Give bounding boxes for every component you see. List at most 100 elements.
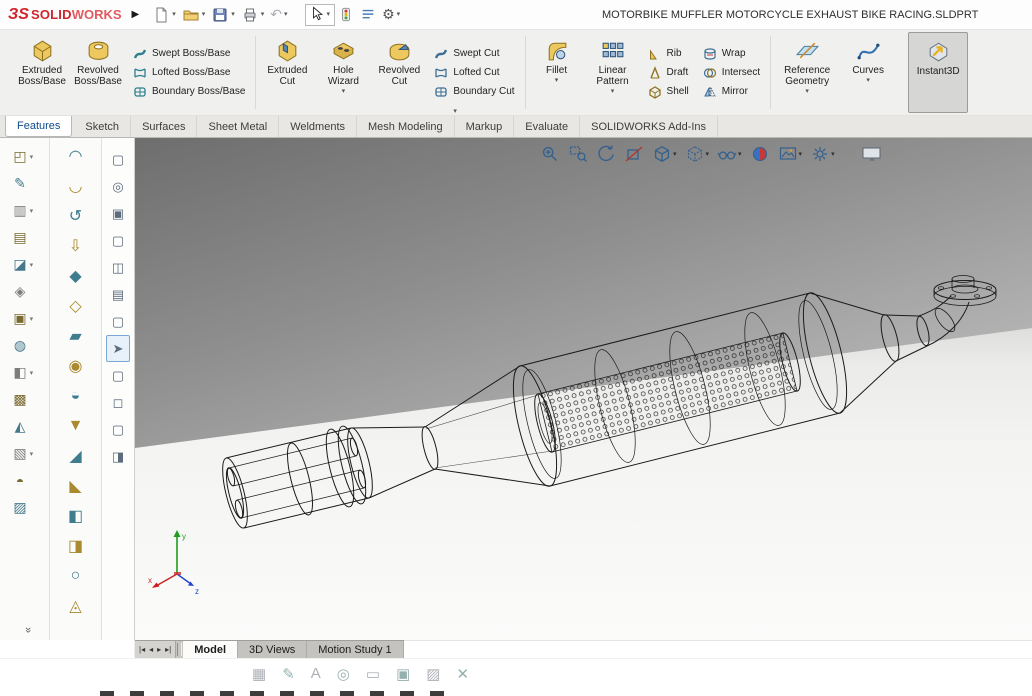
chevron-down-icon[interactable]: ▾ [706, 151, 710, 158]
command-tab[interactable]: Weldments [279, 116, 358, 137]
view-tool-button[interactable]: ◎ [106, 173, 130, 200]
section-view-icon[interactable] [624, 144, 644, 164]
chevron-down-icon[interactable]: ▾ [738, 151, 742, 158]
traffic-light-button[interactable] [335, 4, 357, 25]
command-tab[interactable]: Mesh Modeling [357, 116, 455, 137]
flyout-toolbar-button[interactable]: ✎ [14, 170, 35, 197]
extruded-cut-button[interactable]: Extruded Cut [259, 32, 315, 113]
extruded-boss-base-button[interactable]: Extruded Boss/Base [14, 32, 70, 113]
linear-pattern-button[interactable]: Linear Pattern ▾ [585, 32, 641, 113]
instant3d-button[interactable]: Instant3D [908, 32, 969, 113]
feature-toolbar-button[interactable]: ◬ [69, 591, 81, 621]
feature-toolbar-button[interactable]: ⇩ [69, 231, 82, 261]
view-tool-button[interactable]: ▢ [106, 227, 130, 254]
view-tool-button[interactable]: ▢ [106, 308, 130, 335]
chevron-down-icon[interactable]: ▾ [799, 151, 803, 158]
revolved-cut-button[interactable]: Revolved Cut [371, 32, 427, 113]
undo-button[interactable]: ↶ ▾ [267, 4, 290, 25]
flyout-toolbar-button[interactable]: ◓ [16, 467, 33, 494]
curves-button[interactable]: Curves ▾ [840, 32, 896, 113]
disabled-toolbar-icon[interactable]: ▦ [252, 665, 266, 683]
view-tool-button[interactable]: ▢ [106, 362, 130, 389]
flyout-toolbar-button[interactable]: ▥ ▾ [13, 197, 35, 224]
feature-toolbar-button[interactable]: ▰ [69, 321, 81, 351]
chevron-down-icon[interactable]: ▾ [866, 77, 870, 84]
feature-toolbar-button[interactable]: ◧ [68, 501, 83, 531]
zoom-to-fit-icon[interactable] [540, 144, 560, 164]
swept-boss-base-button[interactable]: Swept Boss/Base [131, 46, 247, 62]
wrap-button[interactable]: Wrap [701, 46, 762, 62]
view-tool-button[interactable]: ➤ [106, 335, 130, 362]
view-tool-button[interactable]: ◫ [106, 254, 130, 281]
feature-toolbar-button[interactable]: ◉ [69, 351, 83, 381]
feature-toolbar-button[interactable]: ◆ [69, 261, 81, 291]
save-button[interactable]: ▾ [208, 4, 238, 26]
feature-toolbar-button[interactable]: ◠ [69, 141, 83, 171]
view-orientation-icon[interactable]: ▾ [652, 144, 677, 164]
disabled-toolbar-icon[interactable]: ✕ [456, 665, 469, 683]
sheet-nav-arrow-icon[interactable]: ▸ [156, 645, 162, 654]
sheet-nav-arrow-icon[interactable]: ◂ [148, 645, 154, 654]
apply-scene-icon[interactable]: ▾ [778, 144, 803, 164]
disabled-toolbar-icon[interactable]: ▨ [426, 665, 440, 683]
disabled-toolbar-icon[interactable]: ✎ [282, 665, 295, 683]
lofted-cut-button[interactable]: Lofted Cut [432, 65, 516, 81]
flyout-toolbar-button[interactable]: ▣ ▾ [13, 305, 35, 332]
hole-wizard-button[interactable]: Hole Wizard ▾ [315, 32, 371, 113]
view-tool-button[interactable]: ◻ [106, 389, 130, 416]
chevron-down-icon[interactable]: ▾ [453, 108, 457, 115]
chevron-down-icon[interactable]: ▾ [831, 151, 835, 158]
select-tool-button[interactable]: ▾ [304, 3, 336, 26]
feature-toolbar-button[interactable]: ◢ [69, 441, 81, 471]
task-list-button[interactable] [357, 5, 379, 25]
shell-button[interactable]: Shell [646, 84, 691, 100]
options-button[interactable]: ⚙ ▾ [379, 4, 403, 25]
view-tool-button[interactable]: ▣ [106, 200, 130, 227]
feature-toolbar-button[interactable]: ◇ [69, 291, 81, 321]
lofted-boss-base-button[interactable]: Lofted Boss/Base [131, 65, 247, 81]
menu-expand-icon[interactable]: ▶ [132, 9, 140, 20]
boundary-boss-base-button[interactable]: Boundary Boss/Base [131, 84, 247, 100]
command-tab[interactable]: Sketch [74, 116, 132, 137]
view-tool-button[interactable]: ▢ [106, 146, 130, 173]
reference-geometry-button[interactable]: Reference Geometry ▾ [774, 32, 840, 113]
tab-splitter-handle[interactable] [177, 643, 183, 656]
open-button[interactable]: ▾ [179, 4, 209, 26]
feature-toolbar-button[interactable]: ◡ [69, 171, 83, 201]
disabled-toolbar-icon[interactable]: ▭ [366, 665, 380, 683]
mirror-button[interactable]: Mirror [701, 84, 762, 100]
flyout-toolbar-button[interactable]: ◭ [15, 413, 35, 440]
flyout-toolbar-button[interactable]: ◧ ▾ [13, 359, 35, 386]
chevron-down-icon[interactable]: ▾ [611, 88, 615, 95]
disabled-toolbar-icon[interactable]: ▣ [396, 665, 410, 683]
flyout-toolbar-button[interactable]: ◪ ▾ [13, 251, 35, 278]
sheet-nav-arrow-icon[interactable]: ▸| [164, 645, 172, 654]
command-tab[interactable]: SOLIDWORKS Add-Ins [580, 116, 719, 137]
chevron-down-icon[interactable]: ▾ [673, 151, 677, 158]
feature-toolbar-button[interactable]: ◒ [71, 381, 81, 411]
full-screen-icon[interactable] [861, 144, 883, 164]
print-button[interactable]: ▾ [238, 4, 268, 26]
flyout-toolbar-button[interactable]: ▧ ▾ [13, 440, 35, 467]
chevron-down-icon[interactable]: ▾ [342, 88, 346, 95]
view-tool-button[interactable]: ◨ [106, 443, 130, 470]
zoom-to-area-icon[interactable] [568, 144, 588, 164]
boundary-cut-button[interactable]: Boundary Cut [432, 84, 516, 100]
view-tool-button[interactable]: ▢ [106, 416, 130, 443]
display-style-icon[interactable]: ▾ [685, 144, 710, 164]
command-tab[interactable]: Features [5, 116, 73, 137]
previous-view-icon[interactable] [596, 144, 616, 164]
feature-toolbar-button[interactable]: ◣ [69, 471, 81, 501]
chevron-down-icon[interactable]: ▾ [555, 77, 559, 84]
flyout-toolbar-button[interactable]: ▤ [13, 224, 35, 251]
flyout-toolbar-button[interactable]: ▩ [13, 386, 35, 413]
flyout-toolbar-button[interactable]: ◈ [15, 278, 35, 305]
view-settings-icon[interactable]: ▾ [810, 144, 835, 164]
feature-toolbar-button[interactable]: ↺ [69, 201, 82, 231]
feature-toolbar-button[interactable]: ○ [71, 561, 81, 591]
intersect-button[interactable]: Intersect [701, 65, 762, 81]
view-tool-button[interactable]: ▤ [106, 281, 130, 308]
feature-toolbar-button[interactable]: ◨ [68, 531, 83, 561]
more-commands-chevron-icon[interactable]: » [15, 627, 35, 633]
chevron-down-icon[interactable]: ▾ [805, 88, 809, 95]
